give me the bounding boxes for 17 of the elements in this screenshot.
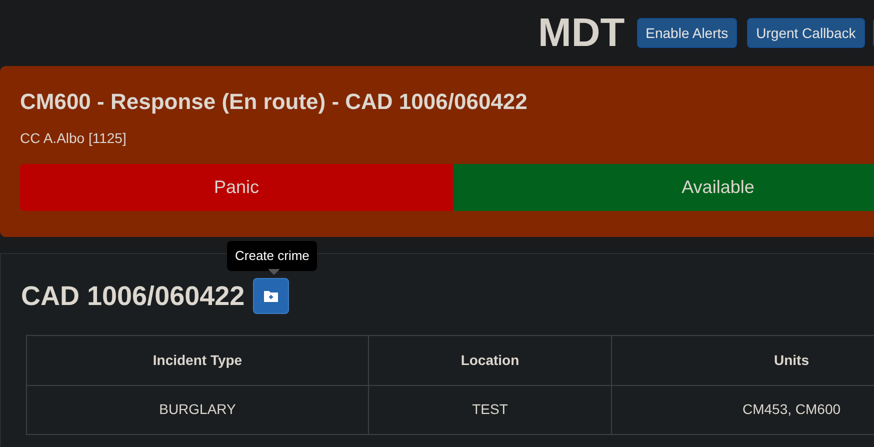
column-header: Units [612,335,874,385]
table-cell: BURGLARY [26,385,368,434]
create-crime-button[interactable] [252,278,289,314]
folder-plus-icon [264,290,278,302]
status-action-button[interactable]: Available [453,164,874,210]
page-title: MDT [538,13,625,53]
status-action-button[interactable]: Panic [20,164,453,210]
unit-status-title: CM600 - Response (En route) - CAD 1006/060422 [20,88,528,116]
incident-title: CAD 1006/060422 [21,280,245,313]
table-cell: TEST [368,385,612,434]
tooltip: Create crime [227,241,318,270]
column-header: Location [368,335,612,385]
column-header: Incident Type [26,335,368,385]
header-button[interactable]: Enable Alerts [636,18,738,48]
officer-name: CC A.Albo [1125] [20,128,128,148]
header-button[interactable]: Urgent Callback [747,18,865,48]
tooltip-arrow-icon [268,269,280,275]
